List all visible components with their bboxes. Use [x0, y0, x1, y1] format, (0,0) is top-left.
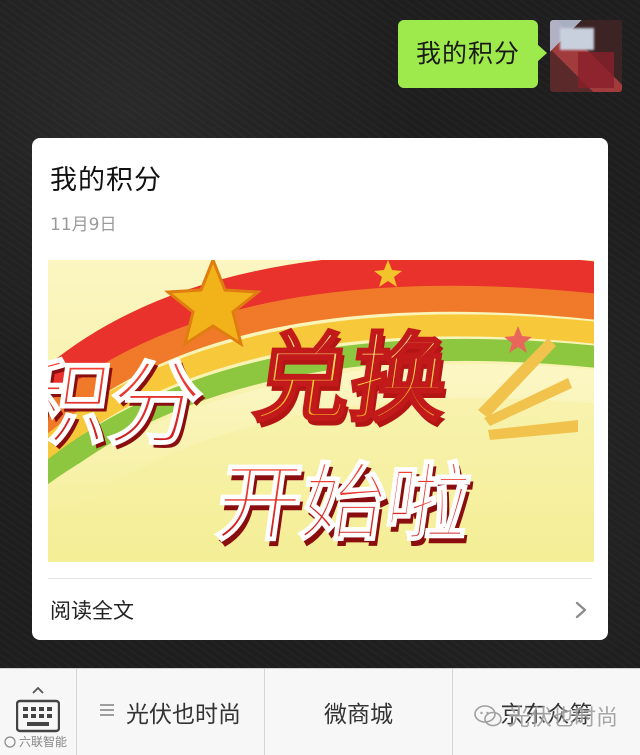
wechat-logo-icon — [474, 705, 502, 727]
user-message-bubble[interactable]: 我的积分 — [397, 20, 548, 88]
read-full-article-row[interactable]: 阅读全文 — [48, 578, 592, 640]
article-title: 我的积分 — [50, 165, 162, 196]
article-date: 11月9日 — [50, 215, 117, 235]
watermark: 光伏也时尚 — [474, 700, 618, 732]
keyboard-icon — [16, 687, 60, 733]
corner-watermark-text: 六联智能 — [19, 735, 68, 749]
banner-text-left: 积分 — [48, 350, 209, 457]
menu-lines-icon — [100, 704, 114, 716]
menu-item-micro-mall[interactable]: 微商城 — [265, 669, 453, 755]
banner-graphic: 积分 积分 兑换 兑换 开始啦 开始啦 — [48, 260, 594, 562]
user-message-text: 我的积分 — [415, 39, 520, 68]
user-message-row: 我的积分 — [397, 20, 622, 92]
chevron-right-icon — [575, 601, 587, 619]
article-card[interactable]: 我的积分 11月9日 积分 积分 兑换 兑换 开始啦 开始啦 阅读全文 — [32, 138, 608, 640]
banner-text-right: 兑换 — [247, 322, 455, 434]
menu-item-label: 光伏也时尚 — [126, 702, 241, 728]
watermark-text: 光伏也时尚 — [507, 706, 618, 731]
menu-item-photovoltaic[interactable]: 光伏也时尚 — [77, 669, 265, 755]
article-cover-image[interactable]: 积分 积分 兑换 兑换 开始啦 开始啦 — [48, 260, 594, 562]
corner-watermark: 六联智能 — [4, 733, 67, 750]
read-full-article-label: 阅读全文 — [50, 599, 134, 623]
menu-item-label: 微商城 — [324, 702, 393, 728]
corner-logo-icon — [4, 735, 16, 748]
chat-area: 我的积分 我的积分 11月9日 积分 积分 兑换 兑换 开始啦 开始啦 阅读全文 — [0, 0, 640, 668]
banner-text-line2: 开始啦 — [211, 454, 477, 552]
user-avatar[interactable] — [550, 20, 622, 92]
